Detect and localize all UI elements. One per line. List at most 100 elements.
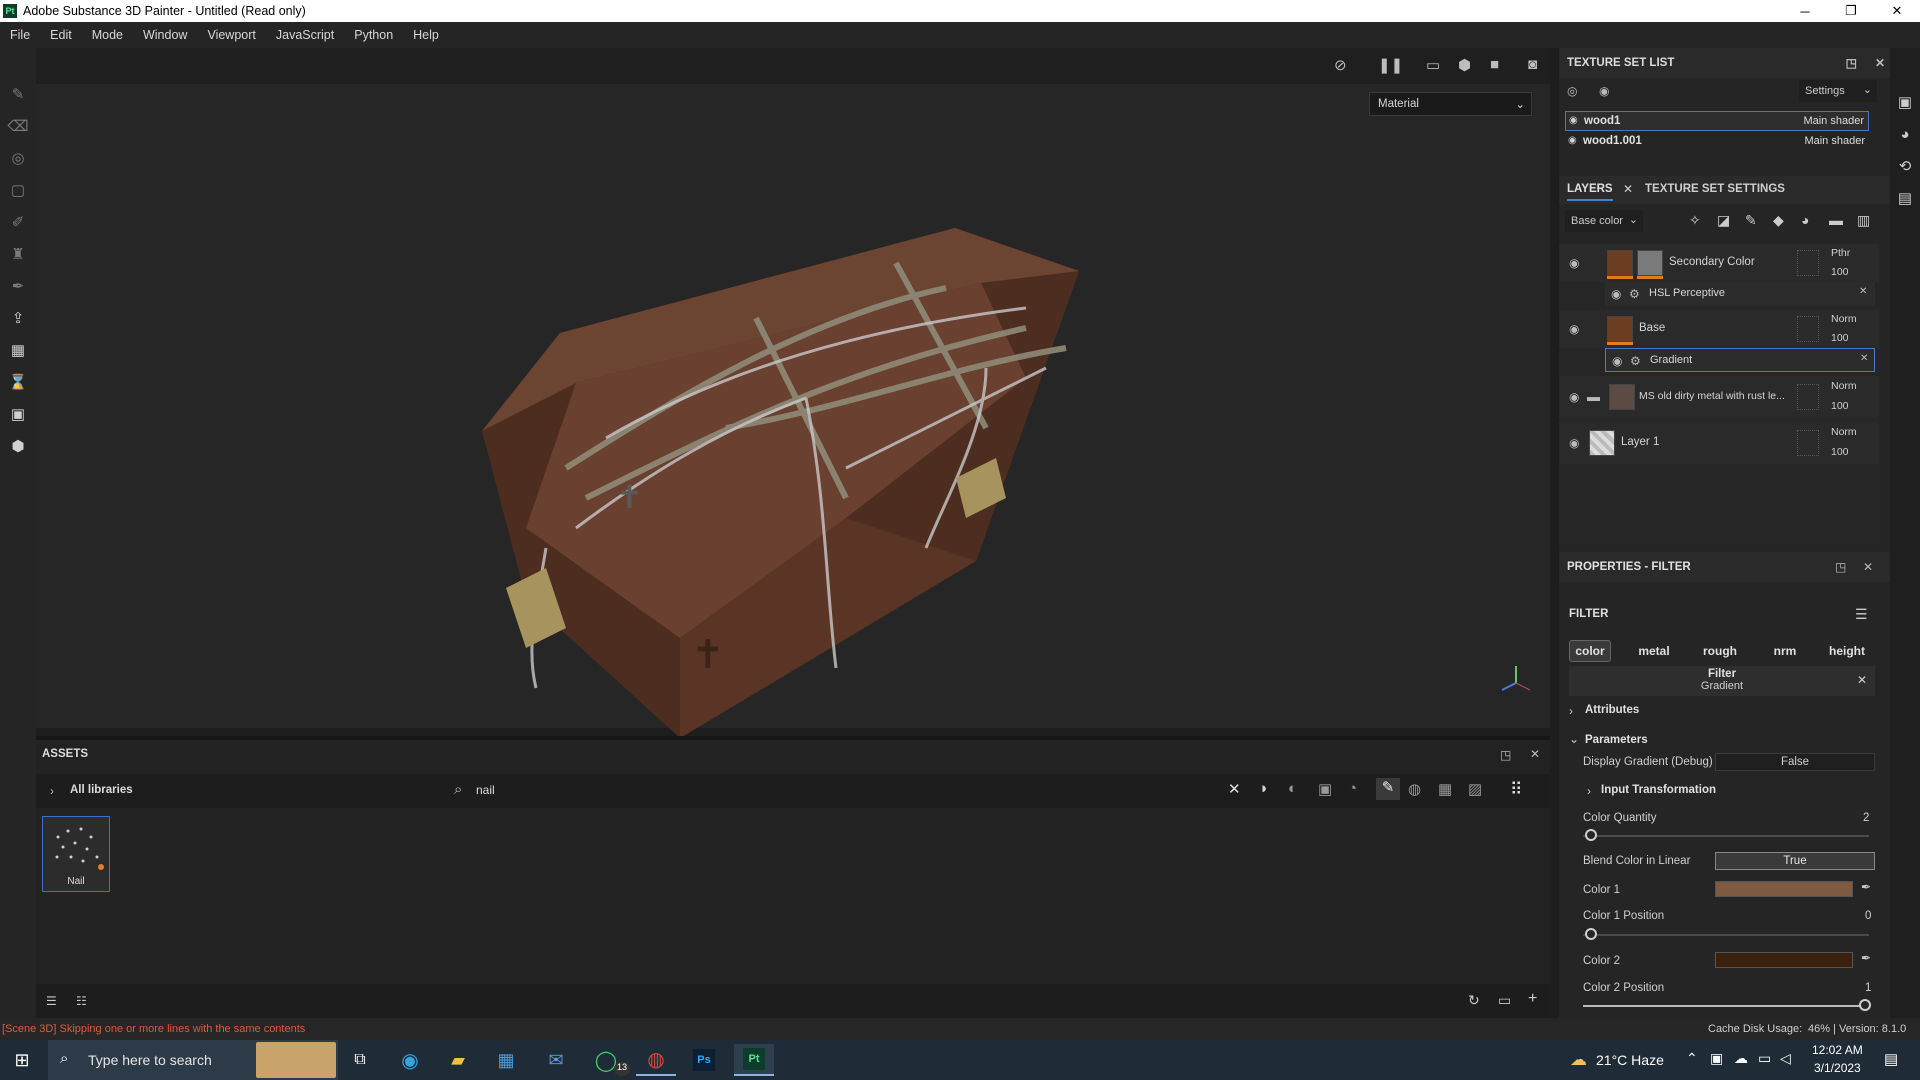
weather-text[interactable]: 21°C Haze — [1596, 1052, 1664, 1068]
color2-swatch[interactable] — [1715, 952, 1853, 968]
smudge-icon[interactable]: ✐ — [0, 206, 36, 238]
clear-search-icon[interactable]: ✕ — [1228, 780, 1241, 798]
add-fill-layer-icon[interactable]: ◆ — [1773, 212, 1784, 229]
meet-now-icon[interactable]: ▣ — [1710, 1050, 1723, 1067]
eye-icon[interactable]: ◉ — [1569, 256, 1579, 270]
windows-start-icon[interactable]: ⊞ — [2, 1044, 42, 1076]
photoshop-icon[interactable]: Ps — [684, 1044, 724, 1076]
eye-icon[interactable]: ◉ — [1569, 322, 1579, 336]
geometry-fill-icon[interactable]: ▢ — [0, 174, 36, 206]
grid-view-icon[interactable]: ⠿ — [1510, 780, 1522, 800]
undock-icon[interactable]: ◳ — [1835, 560, 1846, 574]
file-explorer-icon[interactable]: ▰ — [438, 1044, 478, 1076]
channel-nrm[interactable]: nrm — [1767, 640, 1803, 662]
render-icon[interactable]: ▣ — [0, 398, 36, 430]
list-view-icon[interactable]: ☰ — [46, 994, 57, 1008]
add-mask-icon[interactable]: ◪ — [1717, 212, 1730, 229]
remove-filter-icon[interactable]: ✕ — [1857, 673, 1867, 687]
add-paint-layer-icon[interactable]: ✎ — [1745, 212, 1757, 229]
collapse-view-icon[interactable]: ☷ — [76, 994, 87, 1008]
layer-secondary-color[interactable]: ◉ Secondary Color Pthr 100 — [1559, 244, 1879, 282]
weather-icon[interactable]: ☁ — [1570, 1050, 1587, 1070]
maximize-button[interactable]: ❐ — [1828, 0, 1874, 22]
undock-icon[interactable]: ◳ — [1500, 748, 1511, 762]
filter-particles-icon[interactable]: ◍ — [1408, 780, 1421, 798]
hide-ui-icon[interactable]: ⊘ — [1334, 56, 1347, 74]
close-button[interactable]: ✕ — [1874, 0, 1920, 22]
notification-icon[interactable]: ▤ — [1884, 1050, 1898, 1068]
bake-icon[interactable]: ⇪ — [0, 302, 36, 334]
layer-folder-ms-old-dirty-metal[interactable]: ◉ ▬ MS old dirty metal with rust le... N… — [1559, 376, 1879, 418]
input-transformation-section[interactable]: Input Transformation — [1601, 784, 1716, 796]
texture-set-wood1-001[interactable]: ◉ wood1.001 Main shader — [1565, 132, 1869, 152]
display-gradient-toggle[interactable]: False — [1715, 753, 1875, 771]
minimize-button[interactable]: ─ — [1782, 0, 1828, 22]
color-picker-icon[interactable]: ✒ — [0, 270, 36, 302]
log-icon[interactable]: ▤ — [1890, 182, 1920, 214]
filter-grid-icon[interactable]: ▦ — [1438, 780, 1452, 798]
settings-dropdown[interactable]: Settings ⌄ — [1799, 80, 1877, 102]
menu-help[interactable]: Help — [403, 28, 449, 42]
polygon-fill-icon[interactable]: ▦ — [0, 334, 36, 366]
filter-smart-materials-icon[interactable]: ◐ — [1288, 780, 1297, 797]
close-icon[interactable]: ✕ — [1863, 560, 1873, 574]
layer-base[interactable]: ◉ Base Norm 100 — [1559, 310, 1879, 348]
history-icon[interactable]: ⟲ — [1890, 150, 1920, 182]
blend-linear-toggle[interactable]: True — [1715, 852, 1875, 870]
tray-chevron-icon[interactable]: ⌃ — [1686, 1050, 1698, 1067]
texture-set-icon[interactable]: ▣ — [1890, 86, 1920, 118]
taskbar-search[interactable]: ⌕ Type here to search — [48, 1040, 338, 1080]
visibility-toggle-icon[interactable]: ◎ — [1567, 84, 1577, 98]
chrome-icon[interactable]: ◍ — [636, 1044, 676, 1076]
close-icon[interactable]: ✕ — [1530, 747, 1540, 761]
close-icon[interactable]: ✕ — [1623, 182, 1633, 196]
single-view-icon[interactable]: ▭ — [1426, 56, 1440, 74]
asset-search-input[interactable] — [476, 780, 1256, 800]
pause-icon[interactable]: ❚❚ — [1378, 56, 1403, 74]
edge-icon[interactable]: ◉ — [390, 1044, 430, 1076]
opacity-value[interactable]: 100 — [1831, 400, 1849, 412]
volume-icon[interactable]: ◁ — [1780, 1050, 1791, 1067]
clone-stamp-icon[interactable]: ♜ — [0, 238, 36, 270]
opacity-value[interactable]: 100 — [1831, 332, 1849, 344]
delete-layer-icon[interactable]: ▥ — [1857, 212, 1870, 229]
add-folder-icon[interactable]: ▬ — [1829, 212, 1843, 228]
texture-set-wood1[interactable]: ◉ wood1 Main shader — [1565, 111, 1869, 131]
render-mode-icon[interactable]: ⬢ — [1458, 56, 1471, 74]
store-icon[interactable]: ▦ — [486, 1044, 526, 1076]
filter-filters-icon[interactable]: ◔ — [1348, 780, 1357, 797]
tab-texture-set-settings[interactable]: TEXTURE SET SETTINGS — [1645, 183, 1785, 195]
color-quantity-slider[interactable] — [1585, 829, 1597, 841]
menu-javascript[interactable]: JavaScript — [266, 28, 344, 42]
add-effect-icon[interactable]: ✧ — [1689, 212, 1701, 229]
undock-icon[interactable]: ◳ — [1846, 56, 1857, 70]
remove-effect-icon[interactable]: ✕ — [1859, 286, 1867, 297]
clock-time[interactable]: 12:02 AM — [1812, 1043, 1863, 1057]
task-view-icon[interactable]: ⧉ — [340, 1044, 380, 1076]
projection-icon[interactable]: ◎ — [0, 142, 36, 174]
onedrive-icon[interactable]: ☁ — [1734, 1050, 1748, 1067]
menu-python[interactable]: Python — [344, 28, 403, 42]
channel-rough[interactable]: rough — [1699, 640, 1741, 662]
effect-gradient[interactable]: ◉ ⚙ Gradient ✕ — [1605, 348, 1875, 372]
color1-position-slider[interactable] — [1585, 928, 1597, 940]
eye-icon[interactable]: ◉ — [1611, 287, 1621, 301]
all-libraries[interactable]: All libraries — [70, 784, 133, 796]
parameters-section[interactable]: Parameters — [1585, 734, 1648, 746]
effect-hsl-perceptive[interactable]: ◉ ⚙ HSL Perceptive ✕ — [1605, 282, 1875, 306]
filter-textures-icon[interactable]: ▣ — [1318, 780, 1332, 798]
camera-icon[interactable]: ■ — [1490, 56, 1499, 73]
chevron-right-icon[interactable]: › — [50, 784, 54, 798]
color2-position-slider[interactable] — [1859, 999, 1871, 1011]
asset-nail[interactable]: Nail — [42, 816, 110, 892]
eyedropper-icon[interactable]: ✒ — [1861, 880, 1871, 894]
export-icon[interactable]: ⬢ — [0, 430, 36, 462]
preset-menu-icon[interactable]: ☰ — [1855, 606, 1868, 623]
refresh-icon[interactable]: ↻ — [1468, 992, 1480, 1009]
eraser-icon[interactable]: ⌫ — [0, 110, 36, 142]
filter-brushes-icon[interactable]: ✎ — [1376, 778, 1400, 800]
folder-icon[interactable]: ▬ — [1587, 389, 1600, 404]
clock-date[interactable]: 3/1/2023 — [1814, 1061, 1861, 1075]
eyedropper-icon[interactable]: ✒ — [1861, 951, 1871, 965]
color1-swatch[interactable] — [1715, 881, 1853, 897]
